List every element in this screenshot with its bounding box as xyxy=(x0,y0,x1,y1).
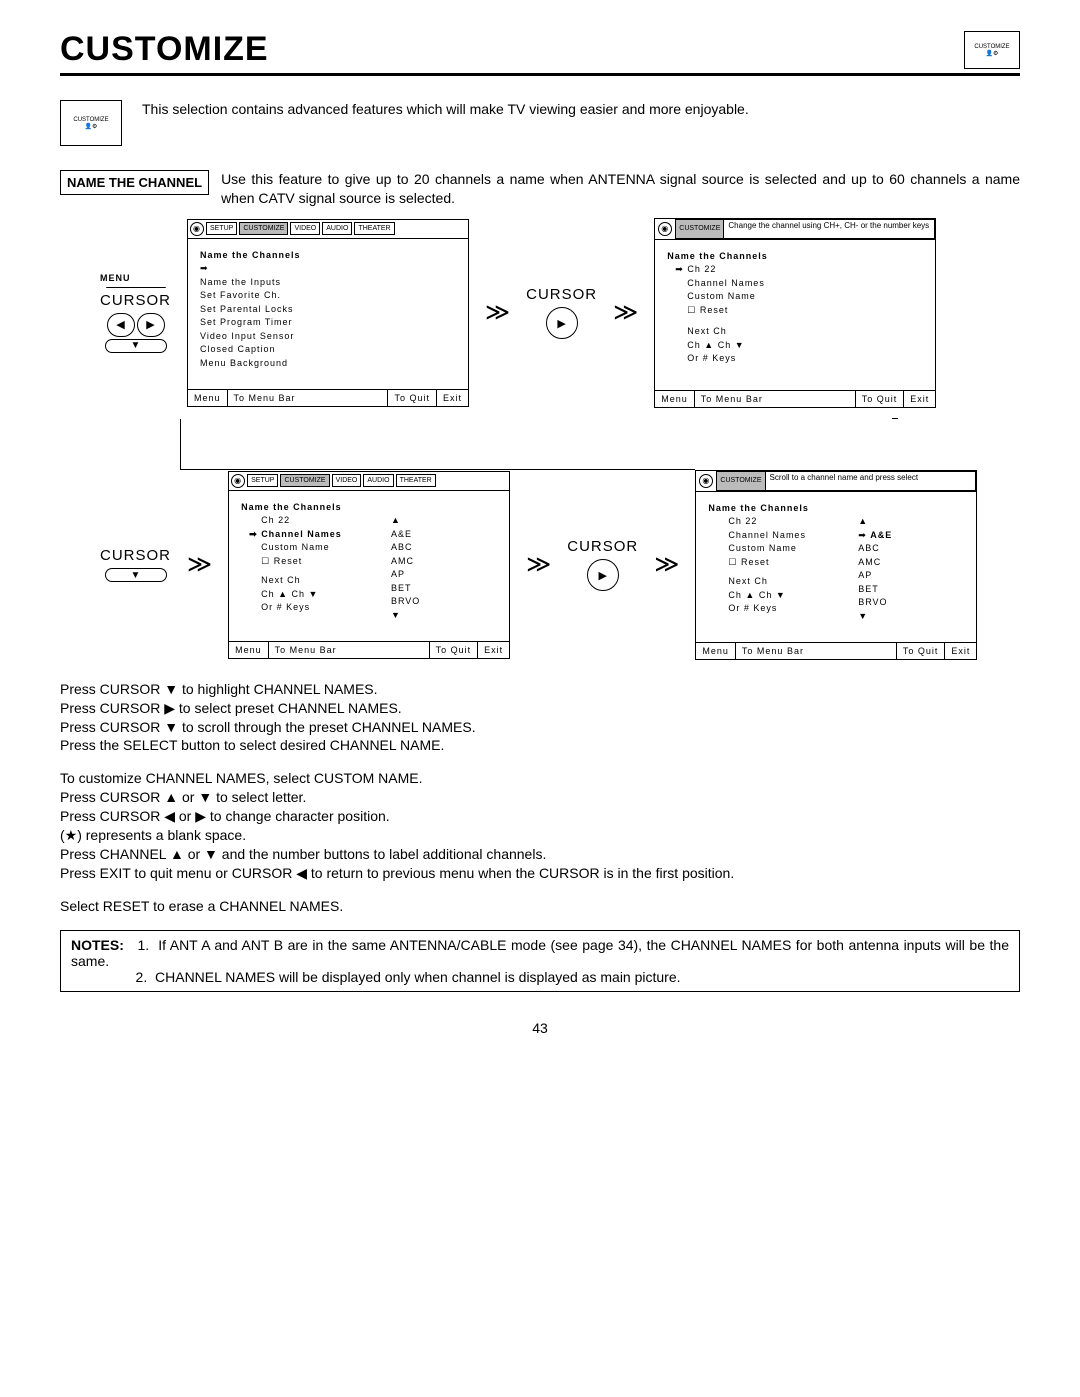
arrow-right-icon: ➡ xyxy=(200,263,209,273)
cursor-right-icon: ▶ xyxy=(137,313,165,337)
tab-customize: CUSTOMIZE xyxy=(716,471,765,491)
cursor-pad-3: CURSOR ▼ xyxy=(100,547,171,582)
tab-customize: CUSTOMIZE xyxy=(280,474,329,487)
intro-text: This selection contains advanced feature… xyxy=(142,100,749,119)
cursor-pad-4: CURSOR ▶ xyxy=(567,538,638,591)
customize-logo-icon: CUSTOMIZE 👤⚙ xyxy=(964,31,1020,69)
flow-arrow-icon: ≫ xyxy=(187,550,212,579)
tab-video: VIDEO xyxy=(290,222,320,235)
menu-screen-1: ◉ SETUP CUSTOMIZE VIDEO AUDIO THEATER Na… xyxy=(187,219,469,407)
tab-audio: AUDIO xyxy=(322,222,352,235)
eye-icon: ◉ xyxy=(699,474,713,488)
customize-logo-icon-2: CUSTOMIZE 👤⚙ xyxy=(60,100,122,146)
section-text: Use this feature to give up to 20 channe… xyxy=(221,170,1020,208)
section-name-the-channel: NAME THE CHANNEL xyxy=(60,170,209,195)
cursor-left-icon: ◀ xyxy=(107,313,135,337)
menu-screen-2: ◉ CUSTOMIZE Change the channel using CH+… xyxy=(654,218,936,408)
tab-audio: AUDIO xyxy=(363,474,393,487)
cursor-pad-2: CURSOR ▶ xyxy=(526,286,597,339)
cursor-right-icon: ▶ xyxy=(546,307,578,339)
page-number: 43 xyxy=(60,1020,1020,1036)
notes-box: NOTES: 1. If ANT A and ANT B are in the … xyxy=(60,930,1020,992)
tab-theater: THEATER xyxy=(396,474,436,487)
arrow-right-icon: ➡ xyxy=(858,530,870,540)
tab-theater: THEATER xyxy=(354,222,394,235)
tab-video: VIDEO xyxy=(332,474,362,487)
cursor-pad-1: MENU CURSOR ◀ ▶ ▼ xyxy=(100,273,171,353)
flow-arrow-icon: ≫ xyxy=(526,550,551,579)
flow-arrow-icon: ≫ xyxy=(613,298,638,327)
eye-icon: ◉ xyxy=(231,474,245,488)
tab-customize: CUSTOMIZE xyxy=(675,219,724,239)
flow-arrow-icon: ≫ xyxy=(654,550,679,579)
eye-icon: ◉ xyxy=(190,222,204,236)
menu-screen-3: ◉ SETUP CUSTOMIZE VIDEO AUDIO THEATER Na… xyxy=(228,471,510,659)
instructions: Press CURSOR ▼ to highlight CHANNEL NAME… xyxy=(60,680,1020,916)
page-title: CUSTOMIZE xyxy=(60,30,269,69)
flow-arrow-icon: ≫ xyxy=(485,298,510,327)
flow-connector xyxy=(180,419,695,470)
tab-setup: SETUP xyxy=(206,222,237,235)
tab-setup: SETUP xyxy=(247,474,278,487)
menu-screen-4: ◉ CUSTOMIZE Scroll to a channel name and… xyxy=(695,470,977,660)
cursor-right-icon: ▶ xyxy=(587,559,619,591)
tab-customize: CUSTOMIZE xyxy=(239,222,288,235)
cursor-down-icon: ▼ xyxy=(105,339,167,353)
eye-icon: ◉ xyxy=(658,222,672,236)
cursor-down-icon: ▼ xyxy=(105,568,167,582)
